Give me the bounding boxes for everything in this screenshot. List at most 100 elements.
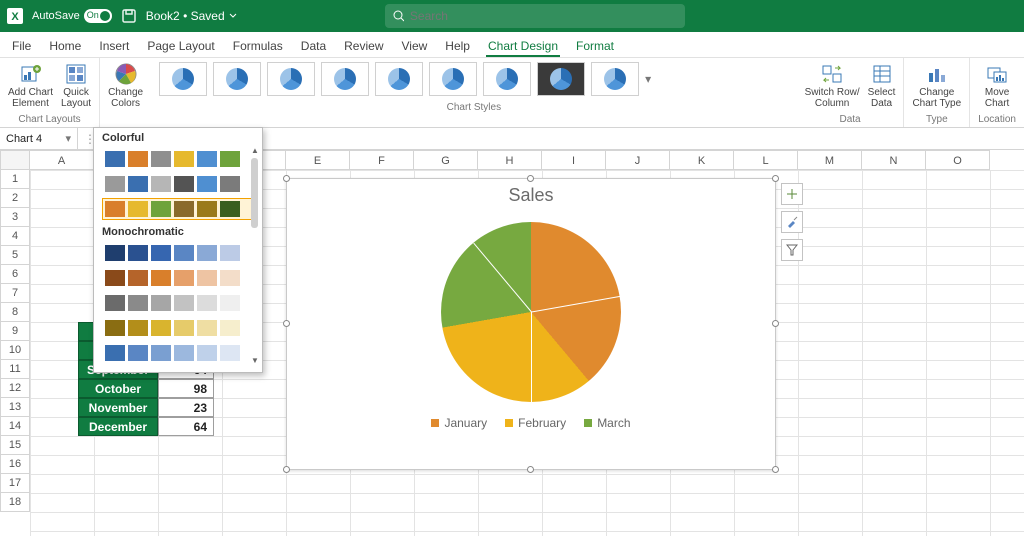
tab-help[interactable]: Help [443,35,472,57]
chart-elements-button[interactable] [781,183,803,205]
select-data-button[interactable]: Select Data [868,62,896,109]
search-field[interactable] [410,9,677,23]
palette-row[interactable] [102,317,254,339]
column-header[interactable]: G [414,150,478,170]
row-header[interactable]: 6 [0,265,30,284]
tab-formulas[interactable]: Formulas [231,35,285,57]
scroll-up-icon[interactable]: ▲ [250,146,260,156]
chart-style-3[interactable] [267,62,315,96]
change-chart-type-button[interactable]: Change Chart Type [912,62,961,109]
palette-row[interactable] [102,198,254,220]
palette-row[interactable] [102,173,254,195]
row-header[interactable]: 17 [0,474,30,493]
switch-row-column-button[interactable]: Switch Row/ Column [805,62,860,109]
tab-view[interactable]: View [400,35,430,57]
autosave-toggle[interactable]: AutoSave On [32,9,112,23]
selection-handle[interactable] [283,320,290,327]
palette-row[interactable] [102,292,254,314]
chart-styles-more[interactable]: ▾ [645,62,651,96]
row-header[interactable]: 3 [0,208,30,227]
row-header[interactable]: 13 [0,398,30,417]
tab-file[interactable]: File [10,35,33,57]
selection-handle[interactable] [283,466,290,473]
tab-review[interactable]: Review [342,35,385,57]
palette-row[interactable] [102,242,254,264]
tab-format[interactable]: Format [574,35,616,57]
row-header[interactable]: 12 [0,379,30,398]
tab-home[interactable]: Home [47,35,83,57]
row-header[interactable]: 2 [0,189,30,208]
chart-style-8[interactable] [537,62,585,96]
column-header[interactable]: E [286,150,350,170]
row-header[interactable]: 7 [0,284,30,303]
row-header[interactable]: 14 [0,417,30,436]
pie-chart-plot[interactable] [441,222,621,402]
tab-data[interactable]: Data [299,35,328,57]
quick-layout-button[interactable]: Quick Layout [61,62,91,109]
change-colors-button[interactable]: Change Colors [108,62,143,109]
column-header[interactable]: A [30,150,94,170]
column-header[interactable]: O [926,150,990,170]
column-header[interactable]: I [542,150,606,170]
tab-insert[interactable]: Insert [97,35,131,57]
move-chart-button[interactable]: Move Chart [985,62,1009,109]
row-header[interactable]: 5 [0,246,30,265]
row-header[interactable]: 4 [0,227,30,246]
chart-style-4[interactable] [321,62,369,96]
selection-handle[interactable] [283,175,290,182]
chart-styles-button[interactable] [781,211,803,233]
funnel-icon [786,244,798,256]
selection-handle[interactable] [527,175,534,182]
add-chart-element-button[interactable]: Add Chart Element [8,62,53,109]
selection-handle[interactable] [527,466,534,473]
scroll-down-icon[interactable]: ▼ [250,356,260,366]
name-box[interactable]: Chart 4 ▾ [0,128,78,149]
selection-handle[interactable] [772,175,779,182]
chart-style-9[interactable] [591,62,639,96]
cell-month[interactable]: November [78,398,158,417]
tab-chart-design[interactable]: Chart Design [486,35,560,57]
selection-handle[interactable] [772,466,779,473]
chart-style-6[interactable] [429,62,477,96]
tab-page-layout[interactable]: Page Layout [145,35,216,57]
row-header[interactable]: 9 [0,322,30,341]
palette-row[interactable] [102,148,254,170]
cell-month[interactable]: December [78,417,158,436]
selection-handle[interactable] [772,320,779,327]
cell-value[interactable]: 98 [158,379,214,398]
column-header[interactable]: F [350,150,414,170]
column-header[interactable]: L [734,150,798,170]
change-colors-dropdown[interactable]: Colorful Monochromatic ▲ ▼ [93,127,263,373]
save-icon[interactable] [120,7,138,25]
chart-style-2[interactable] [213,62,261,96]
chart-legend[interactable]: January February March [287,416,775,430]
embedded-chart[interactable]: Sales January February March [286,178,776,470]
column-header[interactable]: H [478,150,542,170]
select-all-corner[interactable] [0,150,30,170]
scroll-thumb[interactable] [251,158,258,228]
row-header[interactable]: 16 [0,455,30,474]
palette-row[interactable] [102,342,254,364]
chart-style-7[interactable] [483,62,531,96]
chart-style-1[interactable] [159,62,207,96]
search-input[interactable] [385,4,685,28]
row-header[interactable]: 8 [0,303,30,322]
chart-style-5[interactable] [375,62,423,96]
cell-value[interactable]: 23 [158,398,214,417]
chart-title[interactable]: Sales [287,179,775,206]
chart-filters-button[interactable] [781,239,803,261]
row-header[interactable]: 15 [0,436,30,455]
row-header[interactable]: 10 [0,341,30,360]
row-header[interactable]: 11 [0,360,30,379]
palette-row[interactable] [102,267,254,289]
document-title[interactable]: Book2 • Saved [146,9,237,23]
row-header[interactable]: 18 [0,493,30,512]
cell-month[interactable]: October [78,379,158,398]
dropdown-scrollbar[interactable]: ▲ ▼ [250,146,260,366]
cell-value[interactable]: 64 [158,417,214,436]
column-header[interactable]: N [862,150,926,170]
column-header[interactable]: K [670,150,734,170]
column-header[interactable]: J [606,150,670,170]
row-header[interactable]: 1 [0,170,30,189]
column-header[interactable]: M [798,150,862,170]
